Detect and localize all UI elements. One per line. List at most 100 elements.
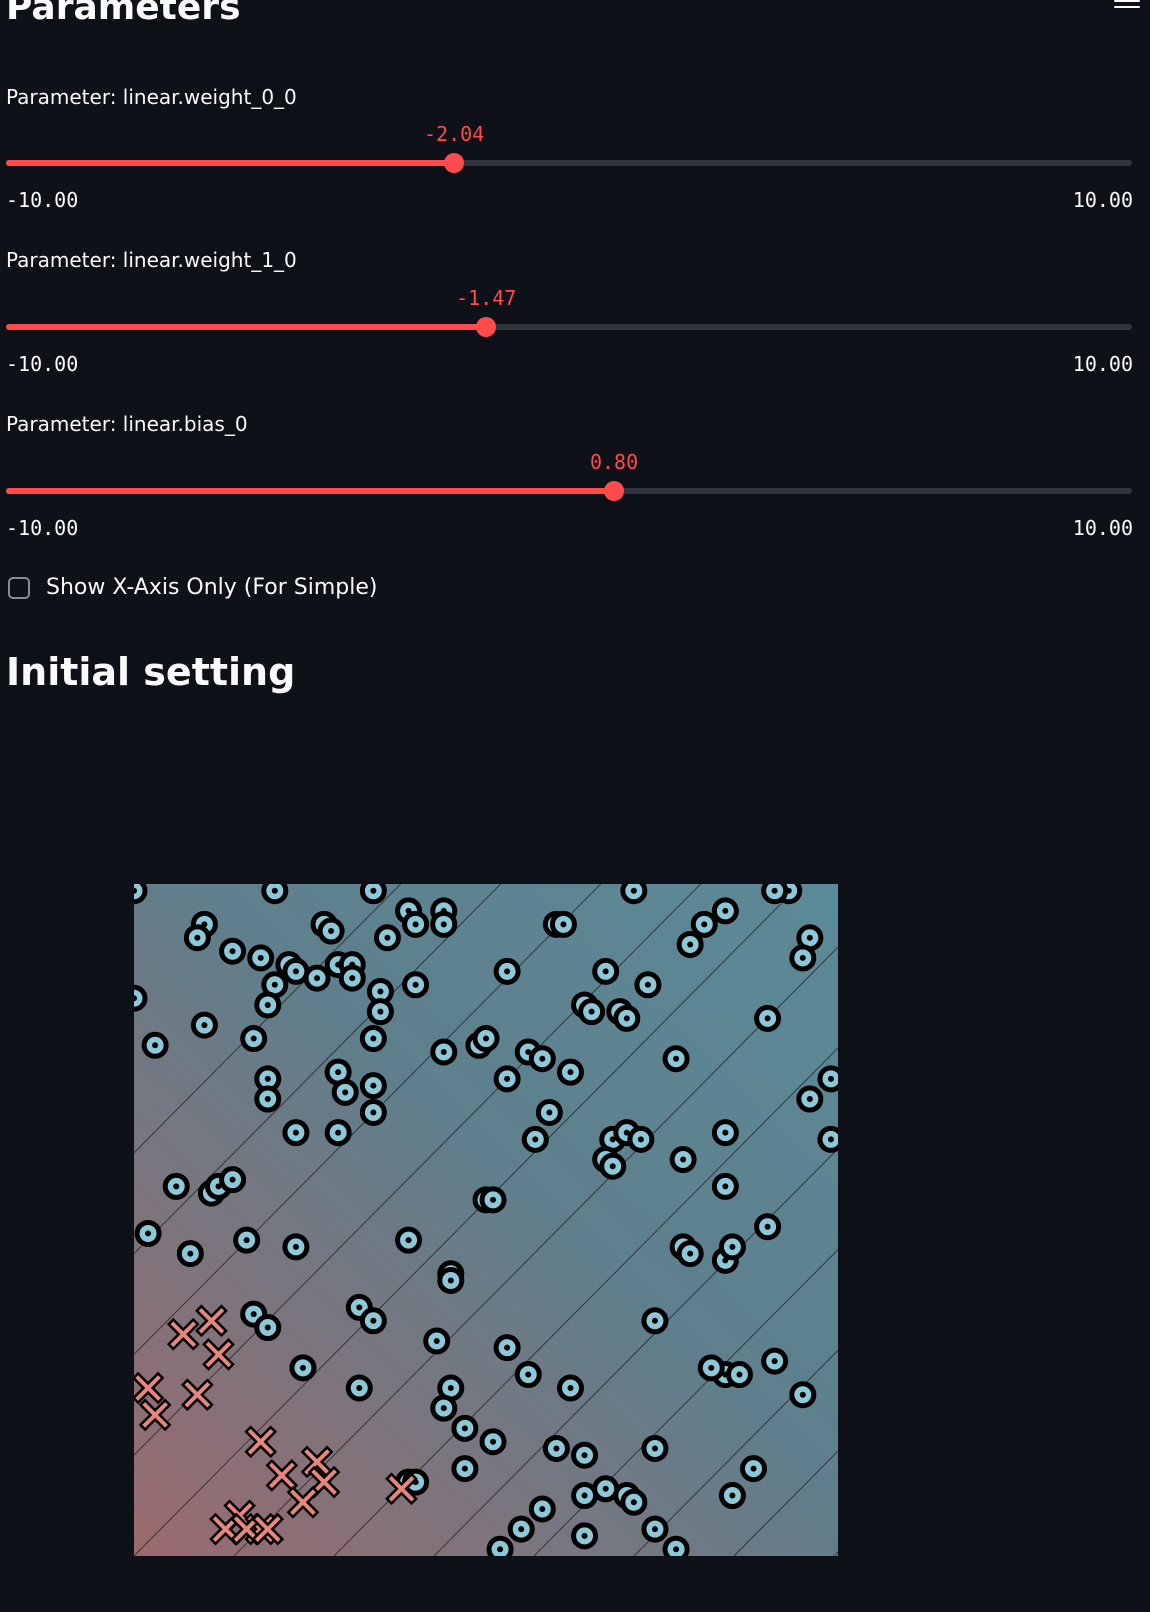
data-point-circle: [141, 1031, 169, 1059]
data-point-circle: [761, 1347, 789, 1375]
data-point-circle: [437, 1266, 465, 1294]
data-point-circle: [247, 944, 275, 972]
data-point-circle: [479, 1428, 507, 1456]
checkbox-box[interactable]: [8, 576, 30, 599]
data-point-circle: [556, 1058, 584, 1086]
data-point-circle: [627, 1125, 655, 1153]
data-point-circle: [219, 937, 247, 965]
data-point-circle: [261, 884, 289, 905]
data-point-circle: [190, 1011, 218, 1039]
data-point-circle: [183, 924, 211, 952]
data-point-circle: [324, 1119, 352, 1147]
slider-value: -2.04: [424, 122, 485, 146]
data-point-circle: [493, 1065, 521, 1093]
slider-track[interactable]: [6, 153, 1132, 173]
slider-max-label: 10.00: [1072, 516, 1133, 540]
data-point-circle: [754, 1004, 782, 1032]
slider-min-label: -10.00: [6, 352, 79, 376]
data-point-circle: [359, 1025, 387, 1053]
data-point-circle: [219, 1166, 247, 1194]
data-point-circle: [402, 910, 430, 938]
slider-max-label: 10.00: [1072, 352, 1133, 376]
data-point-circle: [430, 910, 458, 938]
slider-thumb[interactable]: [444, 153, 465, 173]
data-point-circle: [528, 1495, 556, 1523]
data-point-circle: [134, 984, 148, 1012]
data-point-circle: [233, 1226, 261, 1254]
data-point-circle: [423, 1327, 451, 1355]
data-point-circle: [317, 917, 345, 945]
data-point-circle: [549, 910, 577, 938]
slider-label: Parameter: linear.weight_0_0: [6, 85, 297, 109]
data-point-circle: [254, 991, 282, 1019]
slider-track[interactable]: [6, 317, 1132, 337]
slider-thumb[interactable]: [604, 481, 625, 501]
show-x-axis-checkbox[interactable]: Show X-Axis Only (For Simple): [8, 575, 377, 600]
data-point-circle: [669, 1146, 697, 1174]
slider-thumb[interactable]: [476, 317, 497, 337]
data-point-circle: [789, 944, 817, 972]
data-point-circle: [697, 1354, 725, 1382]
data-point-circle: [676, 1240, 704, 1268]
data-point-circle: [366, 998, 394, 1026]
data-point-circle: [711, 1172, 739, 1200]
data-point-circle: [430, 1038, 458, 1066]
data-point-circle: [528, 1045, 556, 1073]
data-point-circle: [817, 1065, 838, 1093]
slider-max-label: 10.00: [1072, 188, 1133, 212]
data-point-circle: [345, 1374, 373, 1402]
data-point-circle: [359, 1307, 387, 1335]
decision-boundary-chart: [134, 884, 838, 1556]
data-point-circle: [662, 1535, 690, 1556]
data-point-circle: [402, 971, 430, 999]
data-point-circle: [507, 1515, 535, 1543]
data-point-circle: [599, 1152, 627, 1180]
hamburger-menu-icon[interactable]: [1114, 0, 1140, 10]
data-point-circle: [493, 957, 521, 985]
chart-background: [134, 884, 838, 1556]
data-point-circle: [662, 1045, 690, 1073]
data-point-circle: [641, 1307, 669, 1335]
parameters-heading: Parameters: [6, 0, 241, 28]
data-point-circle: [134, 1219, 162, 1247]
data-point-circle: [134, 884, 148, 905]
initial-setting-heading: Initial setting: [6, 650, 296, 694]
slider-fill: [6, 324, 487, 330]
chart-svg: [134, 884, 838, 1556]
slider-fill: [6, 160, 455, 166]
data-point-circle: [761, 884, 789, 905]
data-point-circle: [359, 1098, 387, 1126]
data-point-circle: [725, 1361, 753, 1389]
data-point-circle: [711, 897, 739, 925]
data-point-circle: [620, 884, 648, 905]
data-point-circle: [718, 1233, 746, 1261]
data-point-circle: [740, 1455, 768, 1483]
data-point-circle: [514, 1361, 542, 1389]
data-point-circle: [556, 1374, 584, 1402]
data-point-circle: [613, 1004, 641, 1032]
slider-label: Parameter: linear.bias_0: [6, 412, 248, 436]
slider-value: -1.47: [456, 286, 517, 310]
data-point-circle: [479, 1186, 507, 1214]
data-point-circle: [373, 924, 401, 952]
data-point-circle: [641, 1515, 669, 1543]
data-point-circle: [571, 1522, 599, 1550]
data-point-circle: [451, 1455, 479, 1483]
data-point-circle: [592, 957, 620, 985]
data-point-circle: [634, 971, 662, 999]
data-point-circle: [254, 1085, 282, 1113]
slider-min-label: -10.00: [6, 188, 79, 212]
data-point-circle: [493, 1334, 521, 1362]
slider-label: Parameter: linear.weight_1_0: [6, 248, 297, 272]
data-point-circle: [289, 1354, 317, 1382]
data-point-circle: [754, 1213, 782, 1241]
slider-track[interactable]: [6, 481, 1132, 501]
data-point-circle: [690, 910, 718, 938]
data-point-circle: [542, 1434, 570, 1462]
data-point-circle: [451, 1414, 479, 1442]
data-point-circle: [359, 1072, 387, 1100]
data-point-circle: [711, 1119, 739, 1147]
data-point-circle: [817, 1125, 838, 1153]
data-point-circle: [359, 884, 387, 905]
data-point-circle: [620, 1488, 648, 1516]
